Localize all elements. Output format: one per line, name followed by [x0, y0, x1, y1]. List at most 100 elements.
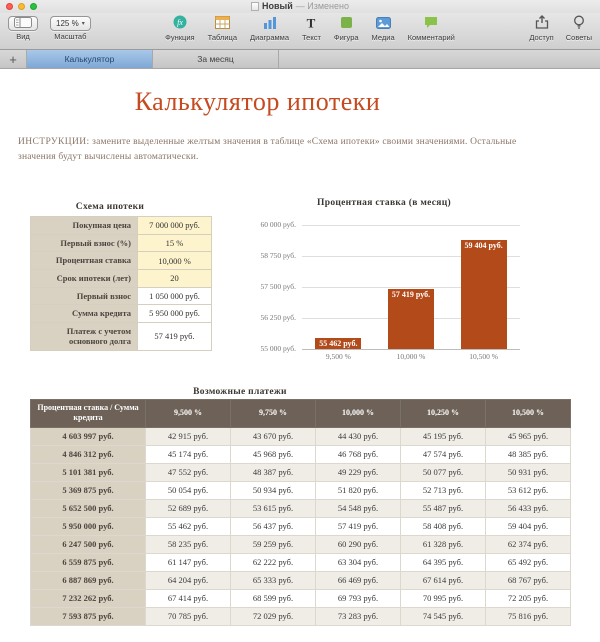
payments-cell[interactable]: 68 599 руб.: [230, 588, 316, 608]
payments-cell[interactable]: 73 283 руб.: [315, 606, 401, 626]
shape-button[interactable]: [340, 16, 353, 32]
tips-button[interactable]: [573, 15, 585, 32]
scheme-row-value[interactable]: 1 050 000 руб.: [137, 286, 212, 306]
media-button[interactable]: [375, 16, 391, 32]
payments-cell[interactable]: 64 395 руб.: [400, 552, 486, 572]
add-sheet-button[interactable]: +: [0, 50, 27, 68]
payments-cell[interactable]: 62 374 руб.: [485, 534, 571, 554]
payments-row-label[interactable]: 6 559 875 руб.: [30, 552, 146, 572]
payments-header-cell[interactable]: Процентная ставка / Сумма кредита: [30, 399, 146, 428]
payments-cell[interactable]: 62 222 руб.: [230, 552, 316, 572]
payments-cell[interactable]: 63 304 руб.: [315, 552, 401, 572]
payments-cell[interactable]: 50 934 руб.: [230, 480, 316, 500]
payments-row-label[interactable]: 6 247 500 руб.: [30, 534, 146, 554]
scheme-row-value[interactable]: 57 419 руб.: [137, 321, 212, 352]
payments-header-cell[interactable]: 9,750 %: [230, 399, 316, 428]
payments-cell[interactable]: 42 915 руб.: [145, 426, 231, 446]
payments-cell[interactable]: 72 029 руб.: [230, 606, 316, 626]
scheme-row-label[interactable]: Сумма кредита: [30, 304, 138, 323]
scheme-row-label[interactable]: Первый взнос (%): [30, 233, 138, 253]
payments-cell[interactable]: 58 235 руб.: [145, 534, 231, 554]
close-button[interactable]: [6, 3, 13, 10]
payments-cell[interactable]: 59 259 руб.: [230, 534, 316, 554]
scheme-row-value[interactable]: 15 %: [137, 233, 212, 253]
payments-cell[interactable]: 60 290 руб.: [315, 534, 401, 554]
scheme-row-value[interactable]: 5 950 000 руб.: [137, 304, 212, 323]
fullscreen-button[interactable]: [30, 3, 37, 10]
payments-cell[interactable]: 61 147 руб.: [145, 552, 231, 572]
interest-rate-chart[interactable]: 60 000 руб. 58 750 руб. 57 500 руб. 56 250 …: [244, 219, 524, 367]
comment-button[interactable]: [424, 16, 438, 32]
payments-cell[interactable]: 67 614 руб.: [400, 570, 486, 590]
payments-cell[interactable]: 53 612 руб.: [485, 480, 571, 500]
scheme-row-label[interactable]: Покупная цена: [30, 216, 138, 235]
payments-cell[interactable]: 52 689 руб.: [145, 498, 231, 518]
payments-cell[interactable]: 58 408 руб.: [400, 516, 486, 536]
payments-cell[interactable]: 53 615 руб.: [230, 498, 316, 518]
payments-cell[interactable]: 65 492 руб.: [485, 552, 571, 572]
payments-cell[interactable]: 43 670 руб.: [230, 426, 316, 446]
payments-cell[interactable]: 55 462 руб.: [145, 516, 231, 536]
payments-cell[interactable]: 59 404 руб.: [485, 516, 571, 536]
share-button[interactable]: [535, 15, 549, 32]
payments-row-label[interactable]: 7 593 875 руб.: [30, 606, 146, 626]
payments-cell[interactable]: 65 333 руб.: [230, 570, 316, 590]
payments-cell[interactable]: 51 820 руб.: [315, 480, 401, 500]
payments-cell[interactable]: 50 077 руб.: [400, 462, 486, 482]
scheme-row-label[interactable]: Первый взнос: [30, 286, 138, 306]
scheme-row-label[interactable]: Платеж с учетом основного долга: [30, 321, 138, 352]
chart-button[interactable]: [263, 16, 277, 32]
payments-cell[interactable]: 66 469 руб.: [315, 570, 401, 590]
payments-cell[interactable]: 54 548 руб.: [315, 498, 401, 518]
payments-cell[interactable]: 45 968 руб.: [230, 444, 316, 464]
payments-cell[interactable]: 50 054 руб.: [145, 480, 231, 500]
payments-cell[interactable]: 57 419 руб.: [315, 516, 401, 536]
payments-cell[interactable]: 70 785 руб.: [145, 606, 231, 626]
tab-calculator[interactable]: Калькулятор: [27, 50, 153, 68]
payments-cell[interactable]: 69 793 руб.: [315, 588, 401, 608]
payments-cell[interactable]: 47 552 руб.: [145, 462, 231, 482]
payments-row-label[interactable]: 4 846 312 руб.: [30, 444, 146, 464]
payments-cell[interactable]: 72 205 руб.: [485, 588, 571, 608]
scheme-row-label[interactable]: Срок ипотеки (лет): [30, 268, 138, 288]
payments-cell[interactable]: 52 713 руб.: [400, 480, 486, 500]
payments-row-label[interactable]: 5 950 000 руб.: [30, 516, 146, 536]
payments-header-cell[interactable]: 9,500 %: [145, 399, 231, 428]
function-button[interactable]: fx: [173, 15, 187, 32]
payments-row-label[interactable]: 5 369 875 руб.: [30, 480, 146, 500]
scheme-row-value[interactable]: 7 000 000 руб.: [137, 216, 212, 235]
table-button[interactable]: [214, 16, 230, 32]
payments-cell[interactable]: 68 767 руб.: [485, 570, 571, 590]
zoom-dropdown[interactable]: 125 % ▾: [50, 16, 91, 31]
payments-header-cell[interactable]: 10,250 %: [400, 399, 486, 428]
payments-cell[interactable]: 44 430 руб.: [315, 426, 401, 446]
payments-header-cell[interactable]: 10,500 %: [485, 399, 571, 428]
document-canvas[interactable]: Калькулятор ипотеки ИНСТРУКЦИИ: замените…: [0, 69, 600, 642]
payments-cell[interactable]: 45 965 руб.: [485, 426, 571, 446]
minimize-button[interactable]: [18, 3, 25, 10]
scheme-row-value[interactable]: 10,000 %: [137, 251, 212, 270]
payments-row-label[interactable]: 4 603 997 руб.: [30, 426, 146, 446]
payments-row-label[interactable]: 7 232 262 руб.: [30, 588, 146, 608]
payments-cell[interactable]: 74 545 руб.: [400, 606, 486, 626]
view-button[interactable]: [8, 16, 38, 31]
payments-cell[interactable]: 45 174 руб.: [145, 444, 231, 464]
payments-row-label[interactable]: 5 652 500 руб.: [30, 498, 146, 518]
payments-cell[interactable]: 67 414 руб.: [145, 588, 231, 608]
payments-row-label[interactable]: 6 887 869 руб.: [30, 570, 146, 590]
payments-cell[interactable]: 46 768 руб.: [315, 444, 401, 464]
payments-cell[interactable]: 61 328 руб.: [400, 534, 486, 554]
payments-cell[interactable]: 56 433 руб.: [485, 498, 571, 518]
payments-header-cell[interactable]: 10,000 %: [315, 399, 401, 428]
payments-cell[interactable]: 47 574 руб.: [400, 444, 486, 464]
scheme-row-value[interactable]: 20: [137, 268, 212, 288]
payments-cell[interactable]: 49 229 руб.: [315, 462, 401, 482]
payments-cell[interactable]: 64 204 руб.: [145, 570, 231, 590]
scheme-row-label[interactable]: Процентная ставка: [30, 251, 138, 270]
payments-row-label[interactable]: 5 101 381 руб.: [30, 462, 146, 482]
text-button[interactable]: T: [305, 16, 317, 32]
payments-cell[interactable]: 48 385 руб.: [485, 444, 571, 464]
payments-cell[interactable]: 45 195 руб.: [400, 426, 486, 446]
payments-cell[interactable]: 56 437 руб.: [230, 516, 316, 536]
payments-cell[interactable]: 48 387 руб.: [230, 462, 316, 482]
